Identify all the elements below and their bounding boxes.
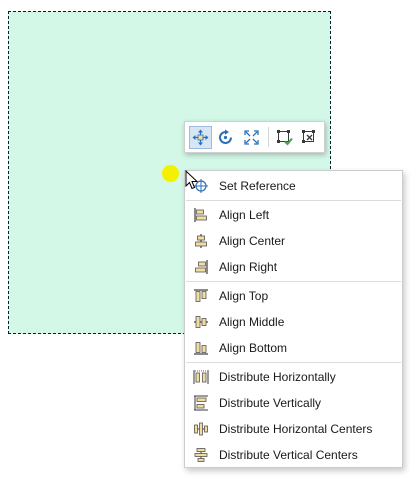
align-middle-label: Align Middle xyxy=(219,315,285,329)
distribute-vertically-icon xyxy=(193,395,209,411)
distribute-vertically-item[interactable]: Distribute Vertically xyxy=(185,391,402,415)
distribute-vertical-centers-item[interactable]: Distribute Vertical Centers xyxy=(185,443,402,467)
distribute-horizontally-label: Distribute Horizontally xyxy=(219,370,336,384)
align-top-label: Align Top xyxy=(219,289,269,303)
distribute-vertically-label: Distribute Vertically xyxy=(219,396,322,410)
move-button[interactable] xyxy=(189,125,212,149)
align-bottom-label: Align Bottom xyxy=(219,341,288,355)
align-center-label: Align Center xyxy=(219,234,286,248)
align-middle-item[interactable]: Align Middle xyxy=(185,310,402,334)
align-bottom-icon xyxy=(193,340,209,356)
toolbar-separator xyxy=(267,127,269,147)
menu-separator xyxy=(186,200,401,201)
resize-icon xyxy=(244,129,259,145)
distribute-horizontally-icon xyxy=(193,369,209,385)
align-right-label: Align Right xyxy=(219,260,278,274)
menu-separator xyxy=(186,362,401,363)
distribute-horizontal-centers-label: Distribute Horizontal Centers xyxy=(219,422,373,436)
apply-edits-icon xyxy=(276,129,293,145)
cancel-edits-button[interactable] xyxy=(298,126,321,149)
distribute-vertical-centers-icon xyxy=(193,447,209,463)
set-reference-item[interactable]: Set Reference xyxy=(185,174,402,198)
edit-toolbar xyxy=(184,121,325,153)
distribute-horizontal-centers-item[interactable]: Distribute Horizontal Centers xyxy=(185,417,402,441)
align-right-icon xyxy=(193,259,209,275)
resize-button[interactable] xyxy=(240,126,263,149)
align-top-icon xyxy=(193,288,209,304)
move-icon xyxy=(192,129,209,145)
align-left-icon xyxy=(193,207,209,223)
align-center-icon xyxy=(193,233,209,249)
align-bottom-item[interactable]: Align Bottom xyxy=(185,336,402,360)
rotate-button[interactable] xyxy=(215,126,238,149)
set-reference-label: Set Reference xyxy=(219,179,296,193)
align-top-item[interactable]: Align Top xyxy=(185,284,402,308)
menu-separator xyxy=(186,281,401,282)
apply-edits-button[interactable] xyxy=(273,126,296,149)
click-highlight xyxy=(162,165,179,182)
distribute-horizontally-item[interactable]: Distribute Horizontally xyxy=(185,365,402,389)
mouse-pointer-icon xyxy=(185,170,199,190)
align-left-label: Align Left xyxy=(219,208,270,222)
align-center-item[interactable]: Align Center xyxy=(185,229,402,253)
align-middle-icon xyxy=(193,314,209,330)
rotate-icon xyxy=(219,129,233,144)
cancel-edits-icon xyxy=(302,129,316,143)
context-menu: Set Reference Align Left Align Center Al… xyxy=(184,170,403,468)
distribute-horizontal-centers-icon xyxy=(193,421,209,437)
distribute-vertical-centers-label: Distribute Vertical Centers xyxy=(219,448,358,462)
align-right-item[interactable]: Align Right xyxy=(185,255,402,279)
align-left-item[interactable]: Align Left xyxy=(185,203,402,227)
